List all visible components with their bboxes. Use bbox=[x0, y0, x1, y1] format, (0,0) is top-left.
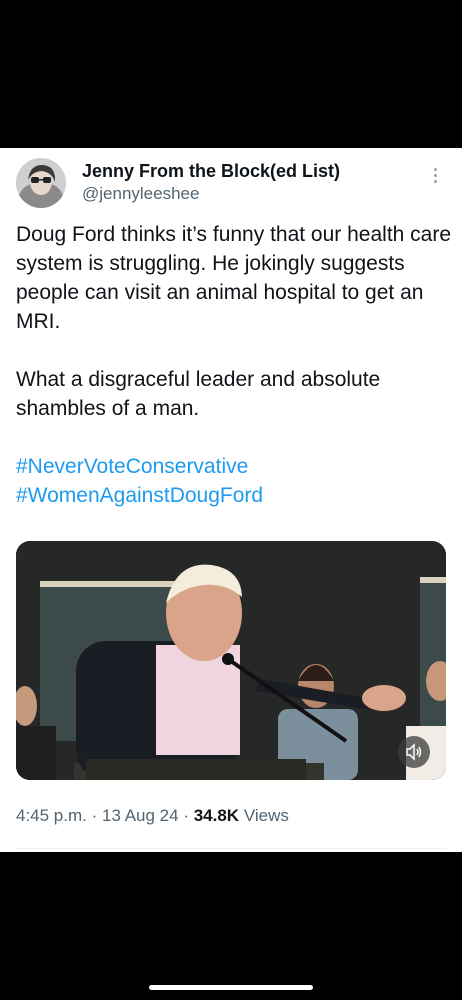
author-handle[interactable]: @jennyleeshee bbox=[82, 183, 340, 205]
video-frame bbox=[16, 541, 446, 780]
tweet-paragraph: Doug Ford thinks it’s funny that our hea… bbox=[16, 223, 452, 333]
more-vertical-icon[interactable] bbox=[428, 168, 442, 186]
tweet-card: Jenny From the Block(ed List) @jennylees… bbox=[0, 148, 462, 852]
home-indicator[interactable] bbox=[149, 985, 313, 990]
meta-separator: · bbox=[91, 806, 102, 825]
status-bar-area bbox=[0, 0, 462, 148]
speaker-icon[interactable] bbox=[398, 736, 430, 768]
views-label: Views bbox=[243, 806, 289, 825]
divider bbox=[16, 848, 446, 849]
avatar[interactable] bbox=[16, 158, 66, 208]
video-media[interactable] bbox=[16, 541, 446, 780]
meta-separator: · bbox=[183, 806, 194, 825]
author-block[interactable]: Jenny From the Block(ed List) @jennylees… bbox=[82, 160, 340, 205]
tweet-date[interactable]: 13 Aug 24 bbox=[102, 806, 179, 825]
tweet-paragraph: What a disgraceful leader and absolute s… bbox=[16, 368, 381, 420]
hashtag-link[interactable]: #NeverVoteConservative bbox=[16, 452, 452, 481]
hashtag-link[interactable]: #WomenAgainstDougFord bbox=[16, 481, 452, 510]
tweet-time[interactable]: 4:45 p.m. bbox=[16, 806, 87, 825]
tweet-metadata: 4:45 p.m. · 13 Aug 24 · 34.8K Views bbox=[16, 806, 289, 826]
avatar-image bbox=[16, 158, 66, 208]
views-count: 34.8K bbox=[193, 806, 240, 825]
tweet-text: Doug Ford thinks it’s funny that our hea… bbox=[16, 220, 452, 510]
author-name[interactable]: Jenny From the Block(ed List) bbox=[82, 160, 340, 182]
